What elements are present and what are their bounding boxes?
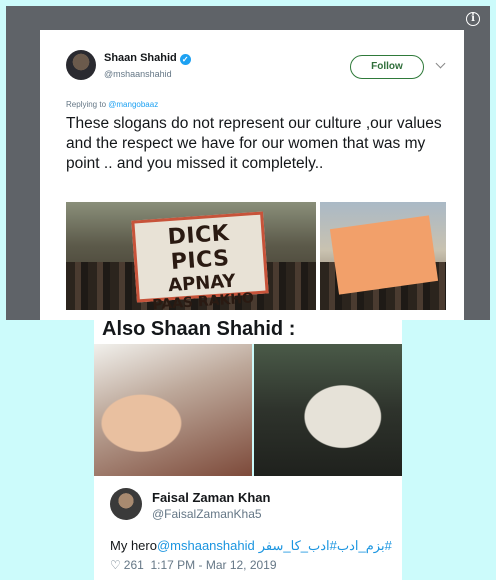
meme-title: Also Shaan Shahid : — [102, 318, 296, 340]
screenshot-frame: i Shaan Shahid ✓ @mshaanshahid Follow Rep… — [6, 6, 490, 320]
like-count[interactable]: 261 — [124, 558, 144, 572]
replying-prefix: Replying to — [66, 100, 107, 109]
author-name-text: Shaan Shahid — [104, 52, 177, 64]
avatar[interactable] — [110, 488, 142, 520]
follow-button[interactable]: Follow — [350, 55, 424, 79]
film-still-right[interactable] — [254, 344, 402, 476]
tweet-text: My hero@mshaanshahid #بزم_ادب#ادب_کا_سفر — [110, 538, 392, 554]
reply-tweet-card: Faisal Zaman Khan @FaisalZamanKha5 My he… — [94, 476, 402, 580]
avatar[interactable] — [66, 50, 96, 80]
protest-photo-left[interactable]: DICK PICS APNAY PAAS RAKHO — [66, 202, 316, 310]
meme-header: Also Shaan Shahid : — [94, 314, 402, 344]
author-name[interactable]: Shaan Shahid ✓ — [104, 52, 191, 65]
heart-icon[interactable]: ♡ — [110, 558, 121, 572]
info-icon[interactable]: i — [466, 12, 480, 26]
author-handle[interactable]: @FaisalZamanKha5 — [152, 507, 262, 521]
protest-photo-right[interactable] — [320, 202, 446, 310]
timestamp[interactable]: 1:17 PM - Mar 12, 2019 — [150, 558, 276, 572]
mention-link[interactable]: @mshaanshahid — [157, 538, 255, 553]
verified-badge-icon: ✓ — [179, 54, 191, 65]
replying-to: Replying to @mangobaaz — [66, 100, 158, 109]
tweet-text: These slogans do not represent our cultu… — [66, 115, 442, 172]
replying-mention-link[interactable]: @mangobaaz — [108, 100, 158, 109]
chevron-down-icon[interactable] — [435, 58, 446, 69]
protest-sign-urdu — [329, 215, 439, 295]
protest-sign: DICK PICS APNAY PAAS RAKHO — [131, 211, 269, 310]
sign-line-1: DICK PICS — [166, 220, 231, 276]
original-tweet-card: Shaan Shahid ✓ @mshaanshahid Follow Reply… — [40, 30, 464, 320]
tweet-meta: ♡ 261 1:17 PM - Mar 12, 2019 — [110, 558, 277, 572]
film-still-left[interactable] — [94, 344, 252, 476]
author-name[interactable]: Faisal Zaman Khan — [152, 490, 270, 505]
tweet-text-prefix: My hero — [110, 538, 157, 553]
author-handle[interactable]: @mshaanshahid — [104, 69, 172, 79]
hashtag-links[interactable]: #بزم_ادب#ادب_کا_سفر — [259, 538, 392, 553]
